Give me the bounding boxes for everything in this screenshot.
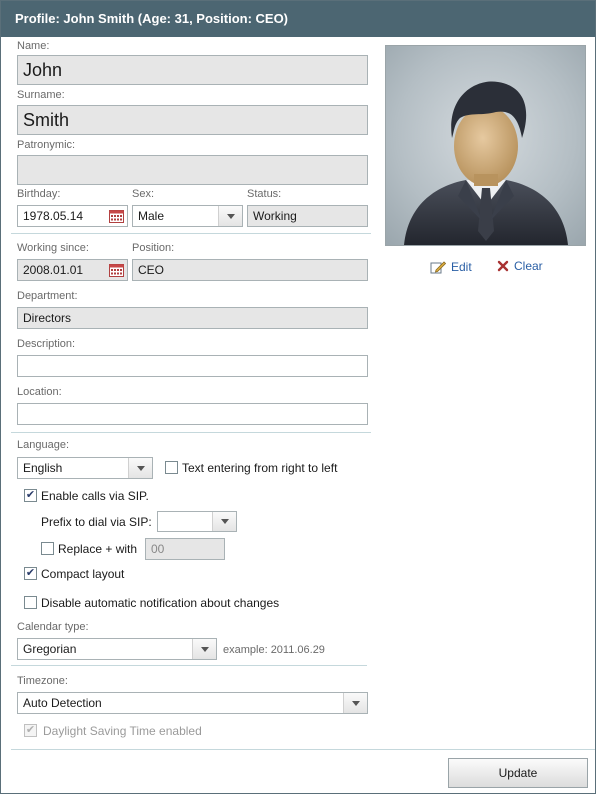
calendar-type-select[interactable]: Gregorian (17, 638, 217, 660)
timezone-label: Timezone: (17, 675, 68, 687)
replace-plus-label: Replace + with (58, 542, 138, 556)
department-label: Department: (17, 290, 78, 302)
compact-checkbox[interactable]: ✔ (24, 567, 37, 580)
calendar-type-value: Gregorian (23, 642, 77, 656)
patronymic-field[interactable] (17, 155, 368, 185)
surname-label: Surname: (17, 89, 65, 101)
timezone-value: Auto Detection (23, 696, 102, 710)
clear-label: Clear (514, 259, 543, 273)
chevron-down-icon[interactable] (192, 639, 216, 659)
sex-select[interactable]: Male (132, 205, 243, 227)
replace-plus-checkbox[interactable] (41, 542, 54, 555)
description-label: Description: (17, 338, 76, 350)
close-icon (497, 260, 509, 272)
surname-field[interactable]: Smith (17, 105, 368, 135)
edit-label: Edit (451, 259, 472, 274)
status-label: Status: (247, 188, 282, 200)
footer-divider (11, 749, 595, 750)
location-field[interactable] (17, 403, 368, 425)
profile-window: Profile: John Smith (Age: 31, Position: … (0, 0, 596, 794)
chevron-down-icon[interactable] (218, 206, 242, 226)
prefix-select[interactable] (157, 511, 237, 532)
chevron-down-icon[interactable] (343, 693, 367, 713)
section-divider (11, 233, 371, 234)
compact-label: Compact layout (41, 567, 125, 581)
birthday-label: Birthday: (17, 188, 61, 200)
calendar-icon[interactable] (109, 263, 124, 277)
location-label: Location: (17, 386, 62, 398)
language-label: Language: (17, 439, 69, 451)
position-label: Position: (132, 242, 175, 254)
rtl-checkbox[interactable] (165, 461, 178, 474)
edit-icon (430, 261, 446, 274)
working-since-field[interactable]: 2008.01.01 (17, 259, 128, 281)
working-since-label: Working since: (17, 242, 89, 254)
chevron-down-icon[interactable] (128, 458, 152, 478)
name-field[interactable]: John (17, 55, 368, 85)
department-field[interactable]: Directors (17, 307, 368, 329)
working-since-value: 2008.01.01 (23, 263, 84, 277)
prefix-label: Prefix to dial via SIP: (41, 515, 152, 529)
sip-label: Enable calls via SIP. (41, 489, 149, 503)
language-value: English (23, 461, 63, 475)
sex-value: Male (138, 209, 165, 223)
sip-checkbox[interactable]: ✔ (24, 489, 37, 502)
section-divider (11, 665, 367, 666)
birthday-value: 1978.05.14 (23, 209, 84, 223)
profile-photo (385, 45, 586, 246)
user-avatar-icon (404, 81, 568, 245)
position-field[interactable]: CEO (132, 259, 368, 281)
dst-checkbox[interactable]: ✔ (24, 724, 37, 737)
status-field[interactable]: Working (247, 205, 368, 227)
rtl-label: Text entering from right to left (182, 461, 338, 475)
timezone-select[interactable]: Auto Detection (17, 692, 368, 714)
description-field[interactable] (17, 355, 368, 377)
language-select[interactable]: English (17, 457, 153, 479)
update-button[interactable]: Update (448, 758, 588, 788)
section-divider (11, 432, 371, 433)
calendar-type-label: Calendar type: (17, 621, 89, 633)
calendar-example: example: 2011.06.29 (223, 644, 325, 656)
edit-photo-link[interactable]: Edit (430, 259, 472, 274)
clear-photo-link[interactable]: Clear (497, 259, 543, 273)
patronymic-label: Patronymic: (17, 139, 76, 151)
calendar-icon[interactable] (109, 209, 124, 223)
disable-notify-checkbox[interactable] (24, 596, 37, 609)
replace-plus-field[interactable]: 00 (145, 538, 225, 560)
window-title: Profile: John Smith (Age: 31, Position: … (1, 1, 595, 37)
name-label: Name: (17, 40, 50, 52)
chevron-down-icon[interactable] (212, 512, 236, 531)
disable-notify-label: Disable automatic notification about cha… (41, 596, 280, 610)
dst-label: Daylight Saving Time enabled (43, 724, 202, 738)
birthday-field[interactable]: 1978.05.14 (17, 205, 128, 227)
sex-label: Sex: (132, 188, 155, 200)
